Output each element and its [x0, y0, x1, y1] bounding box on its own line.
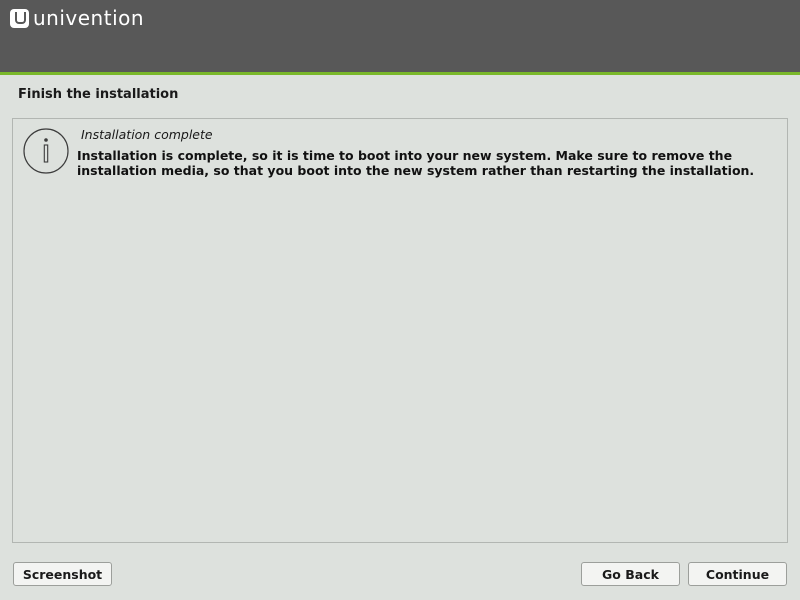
continue-button[interactable]: Continue: [688, 562, 787, 586]
message-body: Installation is complete, so it is time …: [77, 148, 755, 178]
brand-logo: univention: [10, 6, 144, 30]
message-title: Installation complete: [81, 127, 213, 142]
page-title: Finish the installation: [18, 87, 179, 102]
go-back-button[interactable]: Go Back: [581, 562, 680, 586]
content-panel: Installation complete Installation is co…: [12, 118, 788, 543]
header-bar: univention: [0, 0, 800, 75]
screenshot-button[interactable]: Screenshot: [13, 562, 112, 586]
brand-name: univention: [33, 6, 145, 30]
info-icon: [23, 128, 69, 174]
univention-logo-icon: [10, 8, 29, 28]
